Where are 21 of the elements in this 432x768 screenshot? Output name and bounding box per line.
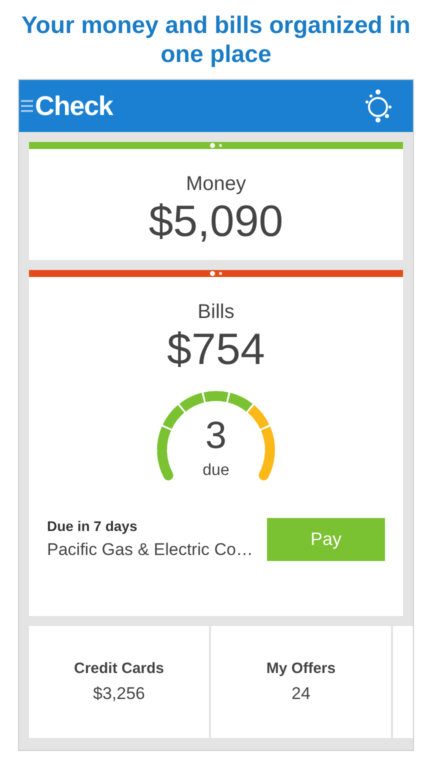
due-count: 3	[204, 416, 228, 456]
app-logo: Check	[35, 90, 113, 123]
payee-name: Pacific Gas & Electric Co…	[47, 539, 253, 561]
due-date: Due in 7 days	[47, 517, 138, 536]
tile-title: My Offers	[266, 659, 336, 679]
summary-tile[interactable]: My Offers 24	[211, 626, 391, 738]
tile-value: $3,256	[93, 682, 145, 704]
money-amount: $5,090	[148, 199, 284, 245]
headline: Your money and bills organized in one place	[20, 11, 412, 69]
card-title: Money	[184, 172, 248, 197]
summary-tile[interactable]: Credit Cards $3,256	[29, 626, 209, 738]
card-title: Bills	[196, 300, 236, 325]
tile-title: Credit Cards	[74, 659, 164, 679]
bills-card[interactable]: Bills $754 3 due Due in 7 days Pacific Gas & Electric Co… Pay	[29, 270, 403, 616]
summary-tile[interactable]	[393, 626, 413, 738]
menu-icon[interactable]	[21, 98, 35, 114]
tile-value: 24	[292, 682, 310, 704]
bills-amount: $754	[166, 327, 266, 373]
due-label: due	[202, 461, 230, 481]
dotted-circle-icon[interactable]	[363, 89, 393, 123]
money-card[interactable]: Money $5,090	[29, 142, 403, 260]
